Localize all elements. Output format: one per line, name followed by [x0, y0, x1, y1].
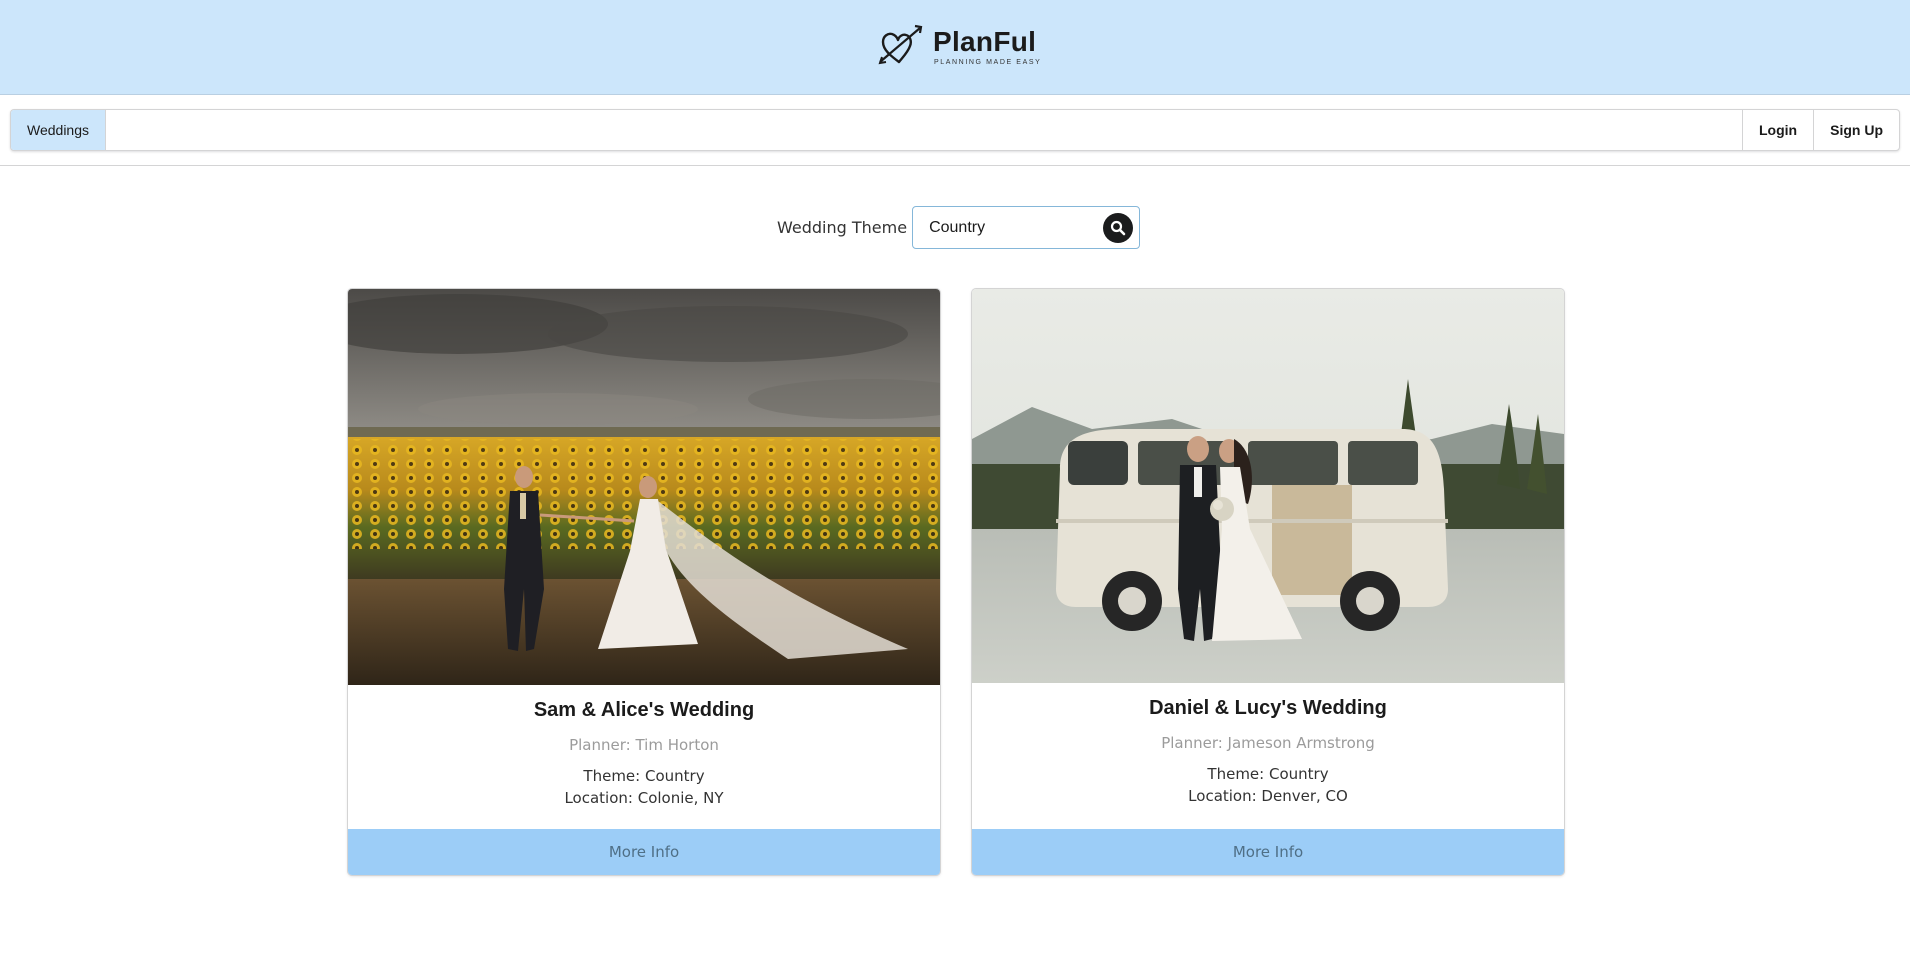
card-location: Location: Colonie, NY	[564, 789, 724, 807]
search-box	[912, 206, 1141, 249]
wedding-photo-sunflower-field	[348, 289, 940, 685]
wedding-photo-vintage-van	[972, 289, 1564, 683]
card-theme: Theme: Country	[583, 767, 705, 785]
theme-search: Wedding Theme	[777, 206, 1141, 249]
card-theme: Theme: Country	[1207, 765, 1329, 783]
card-content: Daniel & Lucy's Wedding Planner: Jameson…	[972, 683, 1564, 807]
brand-name: PlanFul	[933, 26, 1037, 57]
site-header: PlanFul PLANNING MADE EASY	[0, 0, 1910, 95]
card-content: Sam & Alice's Wedding Planner: Tim Horto…	[348, 685, 940, 809]
card-title: Sam & Alice's Wedding	[533, 699, 755, 721]
login-button[interactable]: Login	[1742, 110, 1813, 150]
heart-arrow-logo-icon	[878, 24, 923, 65]
search-button[interactable]	[1103, 213, 1134, 243]
menu-spacer	[106, 110, 1742, 150]
main-menu: Weddings Login Sign Up	[10, 109, 1900, 151]
search-icon	[1110, 220, 1126, 236]
more-info-button[interactable]: More Info	[348, 829, 940, 875]
nav-weddings[interactable]: Weddings	[11, 110, 107, 150]
brand-logo-link[interactable]: PlanFul PLANNING MADE EASY	[877, 20, 1041, 72]
card-location: Location: Denver, CO	[1188, 787, 1348, 805]
theme-search-input[interactable]	[913, 207, 1094, 248]
card-planner: Planner: Jameson Armstrong	[1161, 734, 1375, 752]
card-title: Daniel & Lucy's Wedding	[1149, 697, 1387, 719]
search-label: Wedding Theme	[777, 218, 908, 237]
brand-tagline: PLANNING MADE EASY	[934, 59, 1042, 66]
sign-up-button[interactable]: Sign Up	[1813, 110, 1899, 150]
wedding-card: Sam & Alice's Wedding Planner: Tim Horto…	[348, 289, 940, 875]
wedding-card: Daniel & Lucy's Wedding Planner: Jameson…	[972, 289, 1564, 875]
card-planner: Planner: Tim Horton	[569, 736, 719, 754]
section-divider	[0, 165, 1910, 166]
more-info-button[interactable]: More Info	[972, 829, 1564, 875]
